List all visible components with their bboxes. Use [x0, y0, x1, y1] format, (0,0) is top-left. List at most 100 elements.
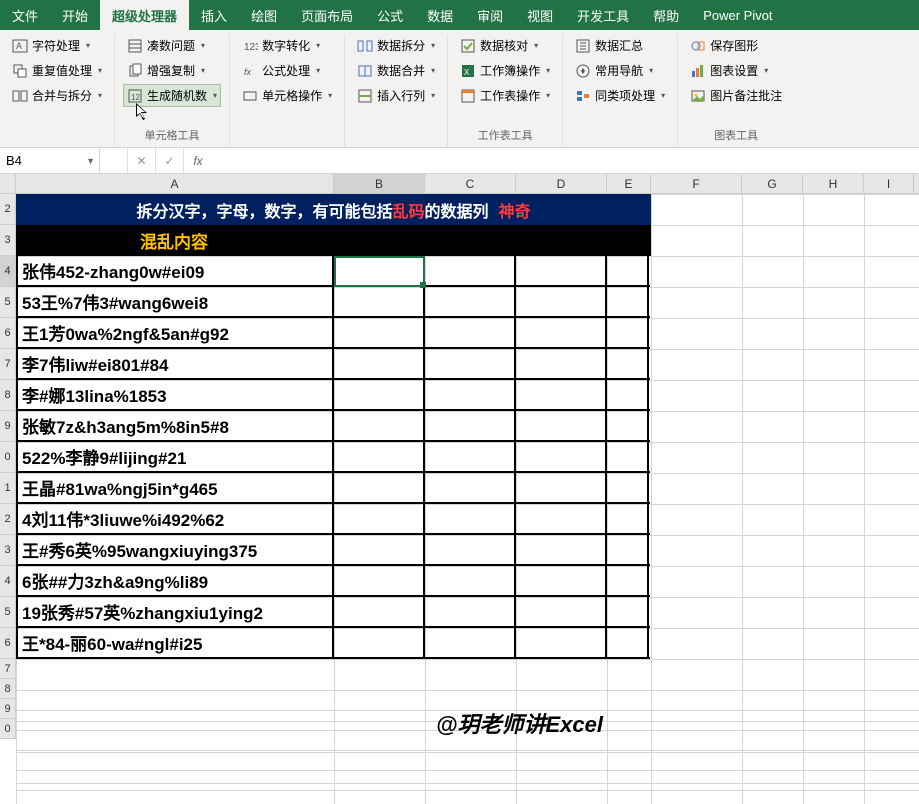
row-header[interactable]: 1: [0, 473, 16, 504]
cell-B[interactable]: [334, 411, 425, 440]
cell-D[interactable]: [516, 473, 607, 502]
tab-2[interactable]: 超级处理器: [100, 0, 189, 30]
col-header-H[interactable]: H: [803, 174, 864, 193]
cell-B[interactable]: [334, 349, 425, 378]
pic-note-button[interactable]: 图片备注批注: [686, 84, 786, 107]
cell-A[interactable]: 6张##力3zh&a9ng%li89: [18, 566, 334, 595]
cell-E[interactable]: [607, 287, 649, 316]
cell-A[interactable]: 王#秀6英%95wangxiuying375: [18, 535, 334, 564]
cell-A[interactable]: 王晶#81wa%ngj5in*g465: [18, 473, 334, 502]
cell-B[interactable]: [334, 256, 425, 285]
tab-8[interactable]: 审阅: [465, 0, 515, 30]
tab-7[interactable]: 数据: [415, 0, 465, 30]
table-row[interactable]: 张敏7z&h3ang5m%8in5#8: [18, 411, 650, 442]
row-header[interactable]: 2: [0, 504, 16, 535]
tab-6[interactable]: 公式: [365, 0, 415, 30]
cell-E[interactable]: [607, 504, 649, 533]
chart-settings-button[interactable]: 图表设置▾: [686, 59, 786, 82]
row-header[interactable]: 0: [0, 719, 16, 739]
cell-E[interactable]: [607, 256, 649, 285]
table-row[interactable]: 4刘11伟*3liuwe%i492%62: [18, 504, 650, 535]
cancel-btn[interactable]: ✕: [128, 148, 156, 173]
table-row[interactable]: 王*84-丽60-wa#ngl#i25: [18, 628, 650, 659]
data-split-button[interactable]: 数据拆分▾: [353, 34, 439, 57]
col-header-A[interactable]: A: [16, 174, 334, 193]
cell-ops-button[interactable]: 单元格操作▾: [238, 84, 336, 107]
formula-process-button[interactable]: fx公式处理▾: [238, 59, 336, 82]
cell-D[interactable]: [516, 256, 607, 285]
cell-E[interactable]: [607, 535, 649, 564]
insert-row-button[interactable]: 插入行列▾: [353, 84, 439, 107]
cell-D[interactable]: [516, 535, 607, 564]
row-header[interactable]: 7: [0, 349, 16, 380]
nav-button[interactable]: 常用导航▾: [571, 59, 669, 82]
row-header[interactable]: 3: [0, 535, 16, 566]
workbook-ops-button[interactable]: X工作簿操作▾: [456, 59, 554, 82]
cell-B[interactable]: [334, 535, 425, 564]
col-header-C[interactable]: C: [425, 174, 516, 193]
tab-1[interactable]: 开始: [50, 0, 100, 30]
table-row[interactable]: 王晶#81wa%ngj5in*g465: [18, 473, 650, 504]
table-row[interactable]: 王#秀6英%95wangxiuying375: [18, 535, 650, 566]
cell-D[interactable]: [516, 318, 607, 347]
cell-E[interactable]: [607, 318, 649, 347]
table-row[interactable]: 王1芳0wa%2ngf&5an#g92: [18, 318, 650, 349]
cell-C[interactable]: [425, 504, 516, 533]
cell-C[interactable]: [425, 256, 516, 285]
cell-D[interactable]: [516, 349, 607, 378]
table-row[interactable]: 李#娜13lina%1853: [18, 380, 650, 411]
cell-D[interactable]: [516, 411, 607, 440]
col-header-B[interactable]: B: [334, 174, 425, 193]
cell-D[interactable]: [516, 597, 607, 626]
tab-3[interactable]: 插入: [189, 0, 239, 30]
worksheet-ops-button[interactable]: 工作表操作▾: [456, 84, 554, 107]
cell-A[interactable]: 4刘11伟*3liuwe%i492%62: [18, 504, 334, 533]
cell-B[interactable]: [334, 597, 425, 626]
cell-E[interactable]: [607, 628, 649, 657]
tab-12[interactable]: Power Pivot: [691, 0, 784, 30]
row-header[interactable]: 5: [0, 287, 16, 318]
cell-D[interactable]: [516, 442, 607, 471]
data-merge-button[interactable]: 数据合并▾: [353, 59, 439, 82]
random-number-button[interactable]: 12生成随机数▾: [123, 84, 221, 107]
row-header[interactable]: 6: [0, 318, 16, 349]
cell-C[interactable]: [425, 473, 516, 502]
cell-B[interactable]: [334, 504, 425, 533]
cell-A[interactable]: 李7伟liw#ei801#84: [18, 349, 334, 378]
col-header-E[interactable]: E: [607, 174, 651, 193]
cell-E[interactable]: [607, 597, 649, 626]
cell-E[interactable]: [607, 566, 649, 595]
cell-A[interactable]: 王1芳0wa%2ngf&5an#g92: [18, 318, 334, 347]
row-header[interactable]: 4: [0, 566, 16, 597]
cell-C[interactable]: [425, 318, 516, 347]
cell-C[interactable]: [425, 380, 516, 409]
table-row[interactable]: 53王%7伟3#wang6wei8: [18, 287, 650, 318]
row-header[interactable]: 8: [0, 380, 16, 411]
cell-C[interactable]: [425, 442, 516, 471]
tab-5[interactable]: 页面布局: [289, 0, 365, 30]
cell-D[interactable]: [516, 504, 607, 533]
formula-input[interactable]: [212, 148, 919, 173]
cell-A[interactable]: 王*84-丽60-wa#ngl#i25: [18, 628, 334, 657]
cell-E[interactable]: [607, 442, 649, 471]
row-header[interactable]: 7: [0, 659, 16, 679]
table-row[interactable]: 19张秀#57英%zhangxiu1ying2: [18, 597, 650, 628]
cell-D[interactable]: [516, 380, 607, 409]
cell-A[interactable]: 19张秀#57英%zhangxiu1ying2: [18, 597, 334, 626]
row-header[interactable]: 2: [0, 194, 16, 225]
merge-split-button[interactable]: 合并与拆分▾: [8, 84, 106, 107]
cell-B[interactable]: [334, 318, 425, 347]
row-header[interactable]: 4: [0, 256, 16, 287]
row-header[interactable]: 5: [0, 597, 16, 628]
cell-C[interactable]: [425, 628, 516, 657]
name-box[interactable]: B4▼: [0, 148, 100, 173]
cell-E[interactable]: [607, 349, 649, 378]
cell-A[interactable]: 522%李静9#lijing#21: [18, 442, 334, 471]
table-row[interactable]: 522%李静9#lijing#21: [18, 442, 650, 473]
cell-B[interactable]: [334, 473, 425, 502]
save-shape-button[interactable]: 保存图形: [686, 34, 786, 57]
data-summary-button[interactable]: 数据汇总: [571, 34, 669, 57]
table-row[interactable]: 李7伟liw#ei801#84: [18, 349, 650, 380]
cell-C[interactable]: [425, 535, 516, 564]
row-header[interactable]: 6: [0, 628, 16, 659]
